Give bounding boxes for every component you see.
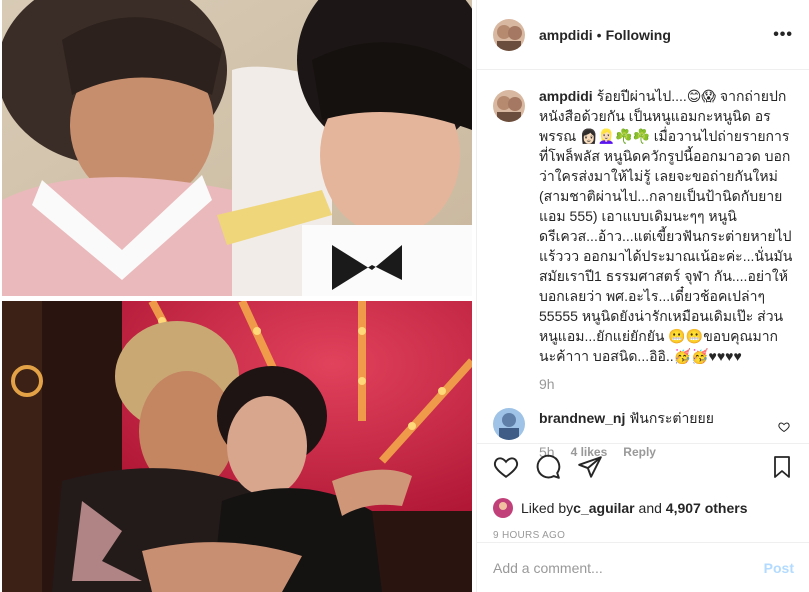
bookmark-icon[interactable] [770, 454, 794, 485]
post-button[interactable]: Post [764, 560, 794, 576]
commenter-avatar[interactable] [493, 408, 525, 440]
share-icon[interactable] [577, 454, 603, 485]
caption: ampdidi ร้อยปีผ่านไป....😊😱 จากถ่ายปกหนังส… [493, 86, 794, 394]
separator-dot: • [596, 26, 602, 43]
avatar[interactable] [493, 90, 525, 122]
liker-avatar[interactable] [493, 498, 513, 518]
comment-input[interactable] [493, 559, 764, 576]
action-icons [493, 454, 794, 484]
caption-text: ร้อยปีผ่านไป....😊😱 จากถ่ายปกหนังสือด้วยก… [539, 88, 793, 364]
more-icon[interactable]: ••• [773, 26, 793, 44]
caption-username[interactable]: ampdidi [539, 88, 593, 104]
post-actions: Liked by c_aguilar and 4,907 others 9 HO… [477, 443, 809, 541]
avatar[interactable] [493, 18, 525, 51]
heart-icon[interactable] [493, 454, 519, 485]
header-username[interactable]: ampdidi [539, 27, 593, 43]
comment-like-heart-icon[interactable] [778, 420, 790, 438]
post-timestamp[interactable]: 9 HOURS AGO [493, 530, 794, 541]
caption-age[interactable]: 9h [539, 374, 555, 394]
comment-box: Post [477, 542, 809, 592]
post-image[interactable] [0, 0, 476, 592]
comments-list: ampdidi ร้อยปีผ่านไป....😊😱 จากถ่ายปกหนังส… [477, 86, 809, 462]
comment-icon[interactable] [535, 454, 561, 485]
liked-by: Liked by c_aguilar and 4,907 others [493, 498, 794, 518]
liked-by-mid: and [634, 500, 666, 516]
post-header: ampdidi • Following ••• [477, 0, 809, 70]
caption-meta: 9h [539, 374, 793, 394]
comment-text: ฟันกระต่ายยย [629, 410, 714, 426]
post-panel: ampdidi • Following ••• ampdidi ร้อยปีผ่า… [476, 0, 809, 592]
vintage-photo [2, 0, 472, 296]
liked-by-user[interactable]: c_aguilar [573, 500, 634, 516]
comment-username[interactable]: brandnew_nj [539, 410, 625, 426]
liked-by-prefix: Liked by [521, 500, 574, 516]
recent-photo [2, 301, 472, 592]
liked-count[interactable]: 4,907 others [666, 500, 748, 516]
following-button[interactable]: Following [606, 27, 671, 43]
